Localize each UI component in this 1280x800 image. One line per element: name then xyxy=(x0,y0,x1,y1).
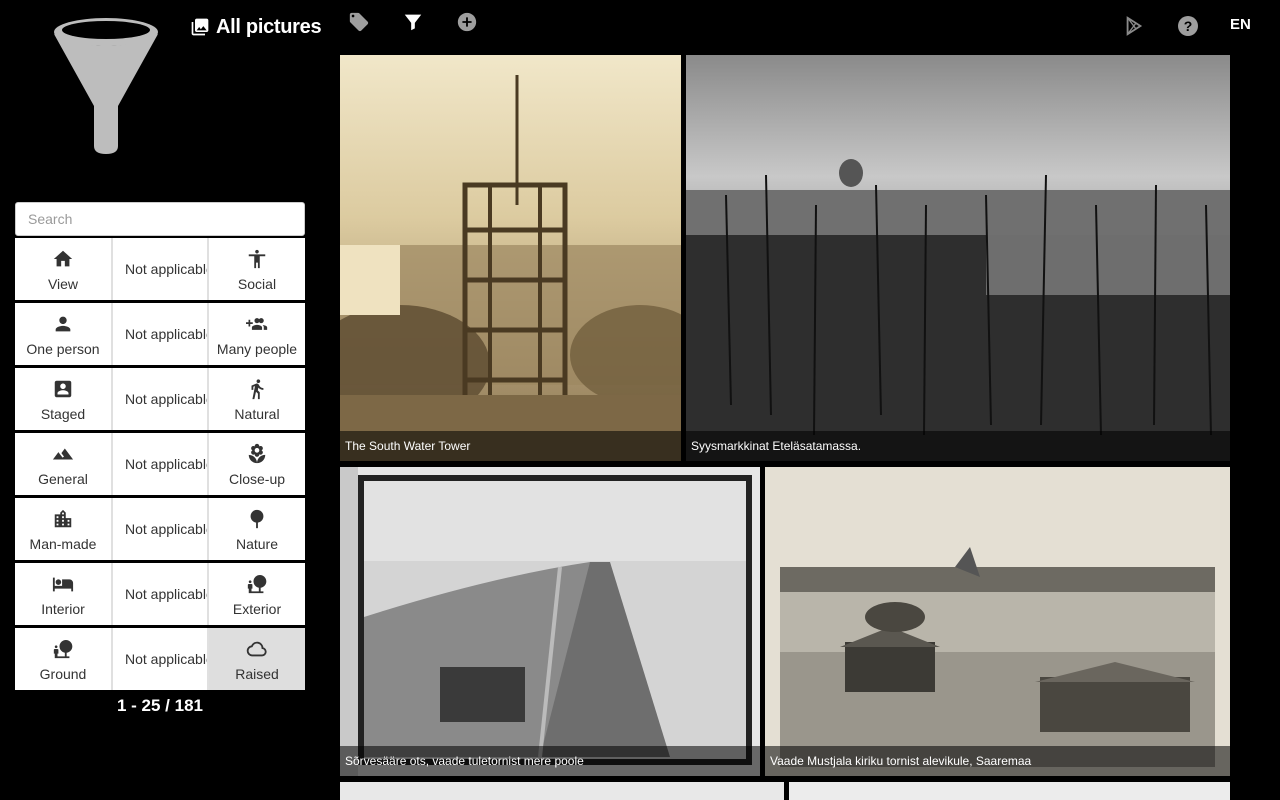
filter-ground-button[interactable]: Ground xyxy=(15,628,111,690)
filter-row-view-social: View Not applicable Social xyxy=(15,238,305,300)
filter-one-person-button[interactable]: One person xyxy=(15,303,111,365)
filter-label: Interior xyxy=(41,601,85,617)
filter-label: Nature xyxy=(235,536,279,552)
flower-icon xyxy=(246,443,268,465)
city-icon xyxy=(52,508,74,530)
filter-not-applicable-button[interactable]: Not applicable xyxy=(113,238,207,300)
photo-village-view xyxy=(765,467,1230,776)
photo-water-tower xyxy=(340,55,681,461)
filter-label: Close-up xyxy=(228,471,286,487)
filter-label: Exterior xyxy=(232,601,282,617)
filter-view-button[interactable]: View xyxy=(15,238,111,300)
filter-row-staging: Staged Not applicable Natural xyxy=(15,368,305,430)
photo-caption: Syysmarkkinat Eteläsatamassa. xyxy=(686,431,1230,461)
filter-label: General xyxy=(38,471,88,487)
filter-close-up-button[interactable]: Close-up xyxy=(209,433,305,495)
portrait-icon xyxy=(52,378,74,400)
photo-caption: Sõrvesääre ots, vaade tuletornist mere p… xyxy=(340,746,760,776)
filter-row-distance: General Not applicable Close-up xyxy=(15,433,305,495)
photo-caption: Vaade Mustjala kiriku tornist alevikule,… xyxy=(765,746,1230,776)
filter-row-location: Interior Not applicable Exterior xyxy=(15,563,305,625)
filter-social-button[interactable]: Social xyxy=(209,238,305,300)
result-count: 1 - 25 / 181 xyxy=(116,696,203,715)
tag-icon[interactable] xyxy=(347,10,371,34)
gallery-item[interactable]: The South Water Tower xyxy=(340,55,681,461)
filter-label: One person xyxy=(26,341,100,357)
filter-not-applicable-button[interactable]: Not applicable xyxy=(113,303,207,365)
filter-label: Raised xyxy=(235,666,279,682)
gallery-item[interactable]: Vaade Mustjala kiriku tornist alevikule,… xyxy=(765,467,1230,776)
photo-library-icon xyxy=(191,18,209,36)
filter-row-people: One person Not applicable Many people xyxy=(15,303,305,365)
filter-row-subject: Man-made Not applicable Nature xyxy=(15,498,305,560)
page-title[interactable]: All pictures xyxy=(190,10,322,44)
filter-nature-button[interactable]: Nature xyxy=(209,498,305,560)
filter-label: View xyxy=(47,276,79,292)
walk-icon xyxy=(246,378,268,400)
svg-text:?: ? xyxy=(1184,18,1193,34)
filter-raised-button[interactable]: Raised xyxy=(209,628,305,690)
filter-general-button[interactable]: General xyxy=(15,433,111,495)
filter-staged-button[interactable]: Staged xyxy=(15,368,111,430)
landscape-icon xyxy=(52,443,74,465)
filter-icon[interactable] xyxy=(401,10,425,34)
photo-harbour-boats xyxy=(686,55,1230,461)
hotel-icon xyxy=(52,573,74,595)
filter-man-made-button[interactable]: Man-made xyxy=(15,498,111,560)
accessibility-icon xyxy=(246,248,268,270)
help-icon[interactable]: ? xyxy=(1176,14,1200,38)
photo-lighthouse-view xyxy=(340,467,760,776)
filter-label: Natural xyxy=(234,406,280,422)
language-selector[interactable]: EN xyxy=(1230,16,1251,33)
funnel-logo-icon[interactable] xyxy=(48,8,168,158)
filter-label: Staged xyxy=(40,406,86,422)
gallery-item[interactable] xyxy=(789,782,1230,800)
filter-label: Ground xyxy=(39,666,87,682)
cloud-icon xyxy=(246,638,268,660)
group-add-icon xyxy=(246,313,268,335)
tree-icon xyxy=(246,508,268,530)
filter-not-applicable-button[interactable]: Not applicable xyxy=(113,628,207,690)
home-icon xyxy=(52,248,74,270)
page-title-text: All pictures xyxy=(216,15,322,38)
filter-natural-button[interactable]: Natural xyxy=(209,368,305,430)
filter-not-applicable-button[interactable]: Not applicable xyxy=(113,368,207,430)
nature-people-icon xyxy=(246,573,268,595)
person-icon xyxy=(52,313,74,335)
filter-many-people-button[interactable]: Many people xyxy=(209,303,305,365)
filter-not-applicable-button[interactable]: Not applicable xyxy=(113,433,207,495)
play-store-icon[interactable] xyxy=(1122,14,1146,38)
search-input[interactable] xyxy=(15,202,305,236)
filter-label: Social xyxy=(237,276,277,292)
add-circle-icon[interactable] xyxy=(455,10,479,34)
filter-interior-button[interactable]: Interior xyxy=(15,563,111,625)
filter-not-applicable-button[interactable]: Not applicable xyxy=(113,563,207,625)
filter-exterior-button[interactable]: Exterior xyxy=(209,563,305,625)
gallery-item[interactable]: Sõrvesääre ots, vaade tuletornist mere p… xyxy=(340,467,760,776)
filter-row-viewpoint: Ground Not applicable Raised xyxy=(15,628,305,690)
filter-not-applicable-button[interactable]: Not applicable xyxy=(113,498,207,560)
nature-people-icon xyxy=(52,638,74,660)
gallery-item[interactable]: Syysmarkkinat Eteläsatamassa. xyxy=(686,55,1230,461)
filter-label: Many people xyxy=(216,341,298,357)
filter-label: Man-made xyxy=(29,536,97,552)
gallery-item[interactable] xyxy=(340,782,784,800)
photo-caption: The South Water Tower xyxy=(340,431,681,461)
